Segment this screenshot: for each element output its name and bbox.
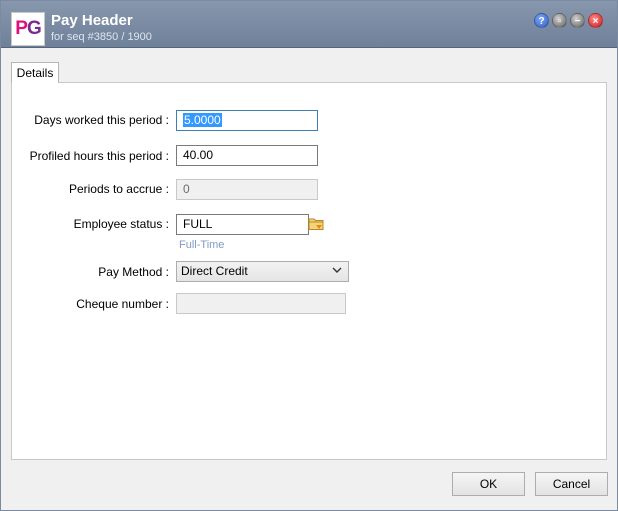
profiled-hours-label: Profiled hours this period : <box>29 149 169 163</box>
cheque-number-input <box>176 293 346 314</box>
folder-lookup-icon[interactable] <box>308 216 325 232</box>
chevron-down-icon <box>332 267 342 273</box>
employee-status-input[interactable]: FULL <box>176 214 309 235</box>
title-bar[interactable]: PG Pay Header for seq #3850 / 1900 ? ▫ −… <box>1 1 617 48</box>
periods-accrue-label: Periods to accrue : <box>68 182 169 196</box>
details-panel: Days worked this period : 5.0000 Profile… <box>11 82 607 460</box>
pay-header-dialog: PG Pay Header for seq #3850 / 1900 ? ▫ −… <box>0 0 618 511</box>
days-worked-value: 5.0000 <box>183 113 222 127</box>
pay-method-select[interactable]: Direct Credit <box>176 261 349 282</box>
pg-logo: PG <box>11 12 45 46</box>
periods-accrue-input: 0 <box>176 179 318 200</box>
cancel-button[interactable]: Cancel <box>535 472 608 496</box>
days-worked-input[interactable]: 5.0000 <box>176 110 318 131</box>
employee-status-hint: Full-Time <box>179 239 225 251</box>
days-worked-label: Days worked this period : <box>34 113 169 127</box>
minimize-icon[interactable]: − <box>570 13 585 28</box>
tab-details[interactable]: Details <box>11 62 59 83</box>
pay-method-value: Direct Credit <box>181 264 248 278</box>
ok-button[interactable]: OK <box>452 472 525 496</box>
restore-icon[interactable]: ▫ <box>552 13 567 28</box>
pay-method-label: Pay Method : <box>98 265 169 279</box>
cheque-number-label: Cheque number : <box>76 297 169 311</box>
help-icon[interactable]: ? <box>534 13 549 28</box>
window-title: Pay Header <box>51 12 133 29</box>
employee-status-label: Employee status : <box>73 217 169 231</box>
profiled-hours-input[interactable]: 40.00 <box>176 145 318 166</box>
window-subtitle: for seq #3850 / 1900 <box>51 31 152 43</box>
close-icon[interactable]: × <box>588 13 603 28</box>
